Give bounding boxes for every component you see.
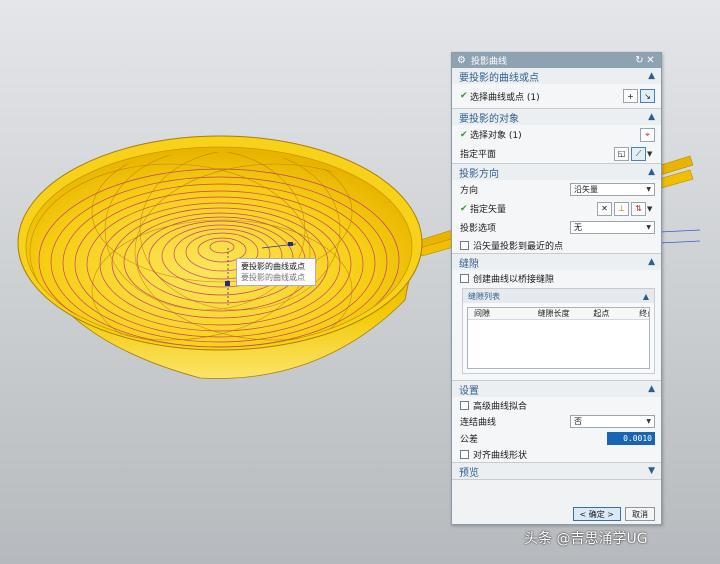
join-curves-row: 连结曲线 否 ▼ [452,413,661,430]
section-direction-header[interactable]: 投影方向 ▲ [452,164,661,180]
project-curve-dialog: ⚙ 投影曲线 ↻ ✕ 要投影的曲线或点 ▲ ✔ 选择曲线或点 (1) + ↘ 要… [451,52,662,525]
section-title: 要投影的对象 [459,113,519,125]
reset-icon[interactable]: ↻ [634,55,645,66]
chevron-down-icon[interactable]: ▼ [648,466,655,476]
gap-list-header[interactable]: 缝隙列表 ▲ [463,289,654,303]
check-icon: ✔ [460,129,468,140]
select-curve-label: 选择曲线或点 (1) [470,92,540,103]
gap-table-header: 间隙 缝隙长度 起点 终点 [468,308,649,320]
tooltip-text: 要投影的曲线或点 [241,262,305,271]
join-curves-value: 否 [574,417,582,426]
advanced-fit-row[interactable]: 高级曲线拟合 [452,397,661,413]
bridge-gaps-label: 创建曲线以桥接缝隙 [473,274,555,285]
join-curves-select[interactable]: 否 ▼ [570,415,655,428]
chevron-down-icon[interactable]: ▼ [647,150,655,158]
check-icon: ✔ [460,203,468,214]
tooltip-text-ghost: 要投影的曲线或点 [241,273,305,282]
projection-option-value: 无 [574,223,582,232]
dialog-titlebar: ⚙ 投影曲线 ↻ ✕ [452,53,661,68]
chevron-down-icon: ▼ [646,418,651,425]
ok-button[interactable]: < 确定 > [572,507,621,521]
direction-value: 沿矢量 [574,185,598,194]
nearest-point-label: 沿矢量投影到最近的点 [473,241,564,252]
section-title: 预览 [459,467,479,479]
gap-table[interactable]: 间隙 缝隙长度 起点 终点 [467,307,650,369]
chevron-up-icon[interactable]: ▲ [648,112,655,122]
section-title: 设置 [459,385,479,397]
bridge-gaps-row[interactable]: 创建曲线以桥接缝隙 [452,270,661,286]
plane-dialog-icon[interactable]: ◱ [614,146,629,161]
section-objects-header[interactable]: 要投影的对象 ▲ [452,109,661,125]
add-curve-icon[interactable]: + [623,89,638,103]
watermark: 头条 @吉思涌学UG [524,531,648,547]
align-shape-label: 对齐曲线形状 [473,450,528,461]
specify-plane-row[interactable]: 指定平面 ◱ ⟋ ▼ [452,144,661,163]
select-curve-row[interactable]: ✔ 选择曲线或点 (1) + ↘ [452,84,661,108]
section-title: 缝隙 [459,258,479,270]
chevron-up-icon[interactable]: ▲ [648,257,655,267]
section-objects: 要投影的对象 ▲ ✔ 选择对象 (1) ⌖ 指定平面 ◱ ⟋ ▼ [452,109,661,164]
section-curves: 要投影的曲线或点 ▲ ✔ 选择曲线或点 (1) + ↘ [452,68,661,109]
projection-option-select[interactable]: 无 ▼ [570,221,655,234]
selection-tooltip: 要投影的曲线或点 要投影的曲线或点 [236,258,316,286]
select-object-label: 选择对象 (1) [470,131,522,141]
align-shape-checkbox[interactable] [460,449,469,459]
section-curves-header[interactable]: 要投影的曲线或点 ▲ [452,68,661,84]
section-title: 投影方向 [459,168,499,180]
chevron-down-icon: ▼ [646,224,651,231]
specify-vector-row[interactable]: ✔ 指定矢量 ✕ ⊥ ⇅ ▼ [452,199,661,218]
chevron-up-icon[interactable]: ▲ [648,71,655,81]
align-shape-row[interactable]: 对齐曲线形状 [452,446,661,462]
chevron-down-icon: ▼ [646,186,651,193]
advanced-fit-label: 高级曲线拟合 [473,401,528,412]
direction-select[interactable]: 沿矢量 ▼ [570,183,655,196]
gap-list-title: 缝隙列表 [468,291,500,301]
direction-row: 方向 沿矢量 ▼ [452,180,661,199]
section-settings-header[interactable]: 设置 ▲ [452,381,661,397]
bridge-gaps-checkbox[interactable] [460,273,469,283]
gear-icon[interactable]: ⚙ [457,55,468,66]
chevron-up-icon[interactable]: ▲ [643,292,649,301]
close-icon[interactable]: ✕ [645,55,656,66]
section-preview: 预览 ▼ [452,463,661,480]
chevron-up-icon[interactable]: ▲ [648,384,655,394]
section-title: 要投影的曲线或点 [459,72,539,84]
projection-option-row: 投影选项 无 ▼ [452,218,661,237]
tolerance-row: 公差 0.0010 [452,430,661,446]
curve-selection-icon[interactable]: ↘ [640,89,655,103]
nearest-point-checkbox[interactable] [460,240,469,250]
specify-plane-label: 指定平面 [460,150,497,160]
cancel-button[interactable]: 取消 [625,507,655,521]
crosshair-icon[interactable]: ⌖ [640,127,655,142]
vector-dialog-icon[interactable]: ✕ [597,201,612,216]
chevron-down-icon[interactable]: ▼ [647,205,655,213]
section-gaps: 缝隙 ▲ 创建曲线以桥接缝隙 缝隙列表 ▲ 间隙 缝隙长度 起点 终点 [452,254,661,381]
tolerance-input[interactable]: 0.0010 [607,431,655,445]
reverse-direction-icon[interactable]: ⇅ [631,201,646,216]
advanced-fit-checkbox[interactable] [460,400,469,410]
section-direction: 投影方向 ▲ 方向 沿矢量 ▼ ✔ 指定矢量 ✕ ⊥ ⇅ ▼ 投影选项 无 ▼ [452,164,661,254]
chevron-up-icon[interactable]: ▲ [648,167,655,177]
column-header[interactable]: 起点 [587,308,633,319]
plane-type-icon[interactable]: ⟋ [631,146,646,161]
section-settings: 设置 ▲ 高级曲线拟合 连结曲线 否 ▼ 公差 0.0010 对齐曲线形状 [452,381,661,463]
section-preview-header[interactable]: 预览 ▼ [452,463,661,479]
section-gaps-header[interactable]: 缝隙 ▲ [452,254,661,270]
axis-icon[interactable]: ⊥ [614,201,629,216]
column-header[interactable]: 间隙 [468,308,532,319]
check-icon: ✔ [460,91,468,101]
specify-vector-label: 指定矢量 [470,205,507,215]
dialog-footer: < 确定 > 取消 [452,504,661,524]
dialog-title: 投影曲线 [471,57,508,67]
column-header[interactable]: 终点 [633,308,649,319]
column-header[interactable]: 缝隙长度 [532,308,588,319]
gap-list-panel: 缝隙列表 ▲ 间隙 缝隙长度 起点 终点 [462,288,655,374]
nearest-point-row[interactable]: 沿矢量投影到最近的点 [452,237,661,253]
select-object-row[interactable]: ✔ 选择对象 (1) ⌖ [452,125,661,144]
